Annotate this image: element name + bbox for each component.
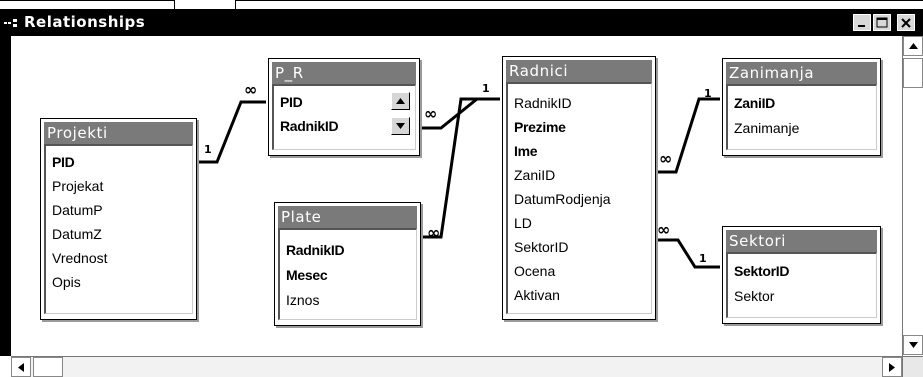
- table-title[interactable]: Zanimanja: [726, 62, 877, 84]
- field-item[interactable]: Sektor: [734, 288, 774, 304]
- field-list[interactable]: RadnikID Prezime Ime ZaniID DatumRodjenj…: [506, 82, 652, 314]
- table-title[interactable]: Plate: [278, 206, 417, 228]
- rel-label-many: ∞: [244, 80, 257, 99]
- field-item[interactable]: LD: [514, 215, 532, 231]
- arrow-up-icon: [396, 98, 405, 104]
- field-item[interactable]: DatumRodjenja: [514, 191, 611, 207]
- table-sektori[interactable]: Sektori SektorID Sektor: [722, 226, 881, 324]
- field-item[interactable]: Ime: [514, 143, 538, 159]
- arrow-down-icon: [908, 342, 918, 348]
- arrow-right-icon: [889, 362, 895, 372]
- field-list[interactable]: PID RadnikID: [272, 84, 416, 150]
- field-list[interactable]: RadnikID Mesec Iznos: [278, 228, 417, 320]
- field-list[interactable]: ZaniID Zanimanje: [726, 84, 877, 150]
- field-item[interactable]: Prezime: [514, 119, 566, 135]
- rel-label-one: 1: [704, 87, 712, 100]
- table-title[interactable]: Radnici: [506, 60, 652, 82]
- field-item[interactable]: RadnikID: [286, 242, 345, 258]
- field-item[interactable]: DatumZ: [52, 226, 102, 242]
- scroll-up-button[interactable]: [903, 36, 923, 56]
- rel-label-many: ∞: [424, 104, 437, 123]
- field-item[interactable]: RadnikID: [514, 95, 572, 111]
- table-plate[interactable]: Plate RadnikID Mesec Iznos: [274, 202, 421, 326]
- vertical-scroll-thumb[interactable]: [903, 58, 923, 88]
- field-item[interactable]: PID: [280, 94, 303, 110]
- field-item[interactable]: Aktivan: [514, 287, 560, 303]
- rel-sektori-radnici: [655, 238, 720, 269]
- table-title[interactable]: P_R: [272, 62, 416, 84]
- field-item[interactable]: SektorID: [734, 263, 789, 279]
- field-item[interactable]: ZaniID: [514, 167, 555, 183]
- field-item[interactable]: Vrednost: [52, 250, 108, 266]
- vertical-scrollbar[interactable]: [902, 36, 923, 356]
- field-item[interactable]: RadnikID: [280, 118, 339, 134]
- rel-label-many: ∞: [427, 223, 440, 242]
- horizontal-scroll-thumb[interactable]: [33, 357, 63, 377]
- scroll-left-button[interactable]: [11, 357, 31, 377]
- rel-label-many: ∞: [659, 149, 672, 168]
- table-zanimanja[interactable]: Zanimanja ZaniID Zanimanje: [722, 58, 881, 156]
- rel-label-one: 1: [204, 143, 212, 156]
- table-radnici[interactable]: Radnici RadnikID Prezime Ime ZaniID Datu…: [502, 56, 656, 320]
- table-title[interactable]: Projekti: [44, 122, 193, 144]
- field-list[interactable]: SektorID Sektor: [726, 252, 877, 318]
- horizontal-scrollbar[interactable]: [11, 356, 902, 377]
- arrow-up-icon: [908, 43, 918, 49]
- scroll-down-button[interactable]: [391, 117, 410, 135]
- field-item[interactable]: Projekat: [52, 178, 103, 194]
- rel-label-many: ∞: [657, 220, 670, 239]
- field-item[interactable]: Zanimanje: [734, 120, 799, 136]
- field-item[interactable]: Iznos: [286, 292, 319, 308]
- table-title[interactable]: Sektori: [726, 230, 877, 252]
- field-item[interactable]: PID: [52, 154, 75, 170]
- scroll-right-button[interactable]: [882, 357, 902, 377]
- rel-label-one: 1: [699, 252, 707, 265]
- field-item[interactable]: Opis: [52, 274, 81, 290]
- field-item[interactable]: ZaniID: [734, 95, 775, 111]
- field-item[interactable]: SektorID: [514, 239, 568, 255]
- arrow-down-icon: [396, 123, 405, 129]
- field-item[interactable]: DatumP: [52, 202, 103, 218]
- arrow-left-icon: [18, 362, 24, 372]
- field-item[interactable]: Mesec: [286, 267, 328, 283]
- table-p_r[interactable]: P_R PID RadnikID: [268, 58, 420, 156]
- rel-label-one: 1: [482, 82, 490, 95]
- field-item[interactable]: Ocena: [514, 263, 555, 279]
- size-grip[interactable]: [902, 356, 923, 377]
- scroll-down-button[interactable]: [903, 335, 923, 355]
- scroll-up-button[interactable]: [391, 92, 410, 110]
- field-list[interactable]: PID Projekat DatumP DatumZ Vrednost Opis: [44, 144, 193, 314]
- table-projekti[interactable]: Projekti PID Projekat DatumP DatumZ Vred…: [40, 118, 197, 320]
